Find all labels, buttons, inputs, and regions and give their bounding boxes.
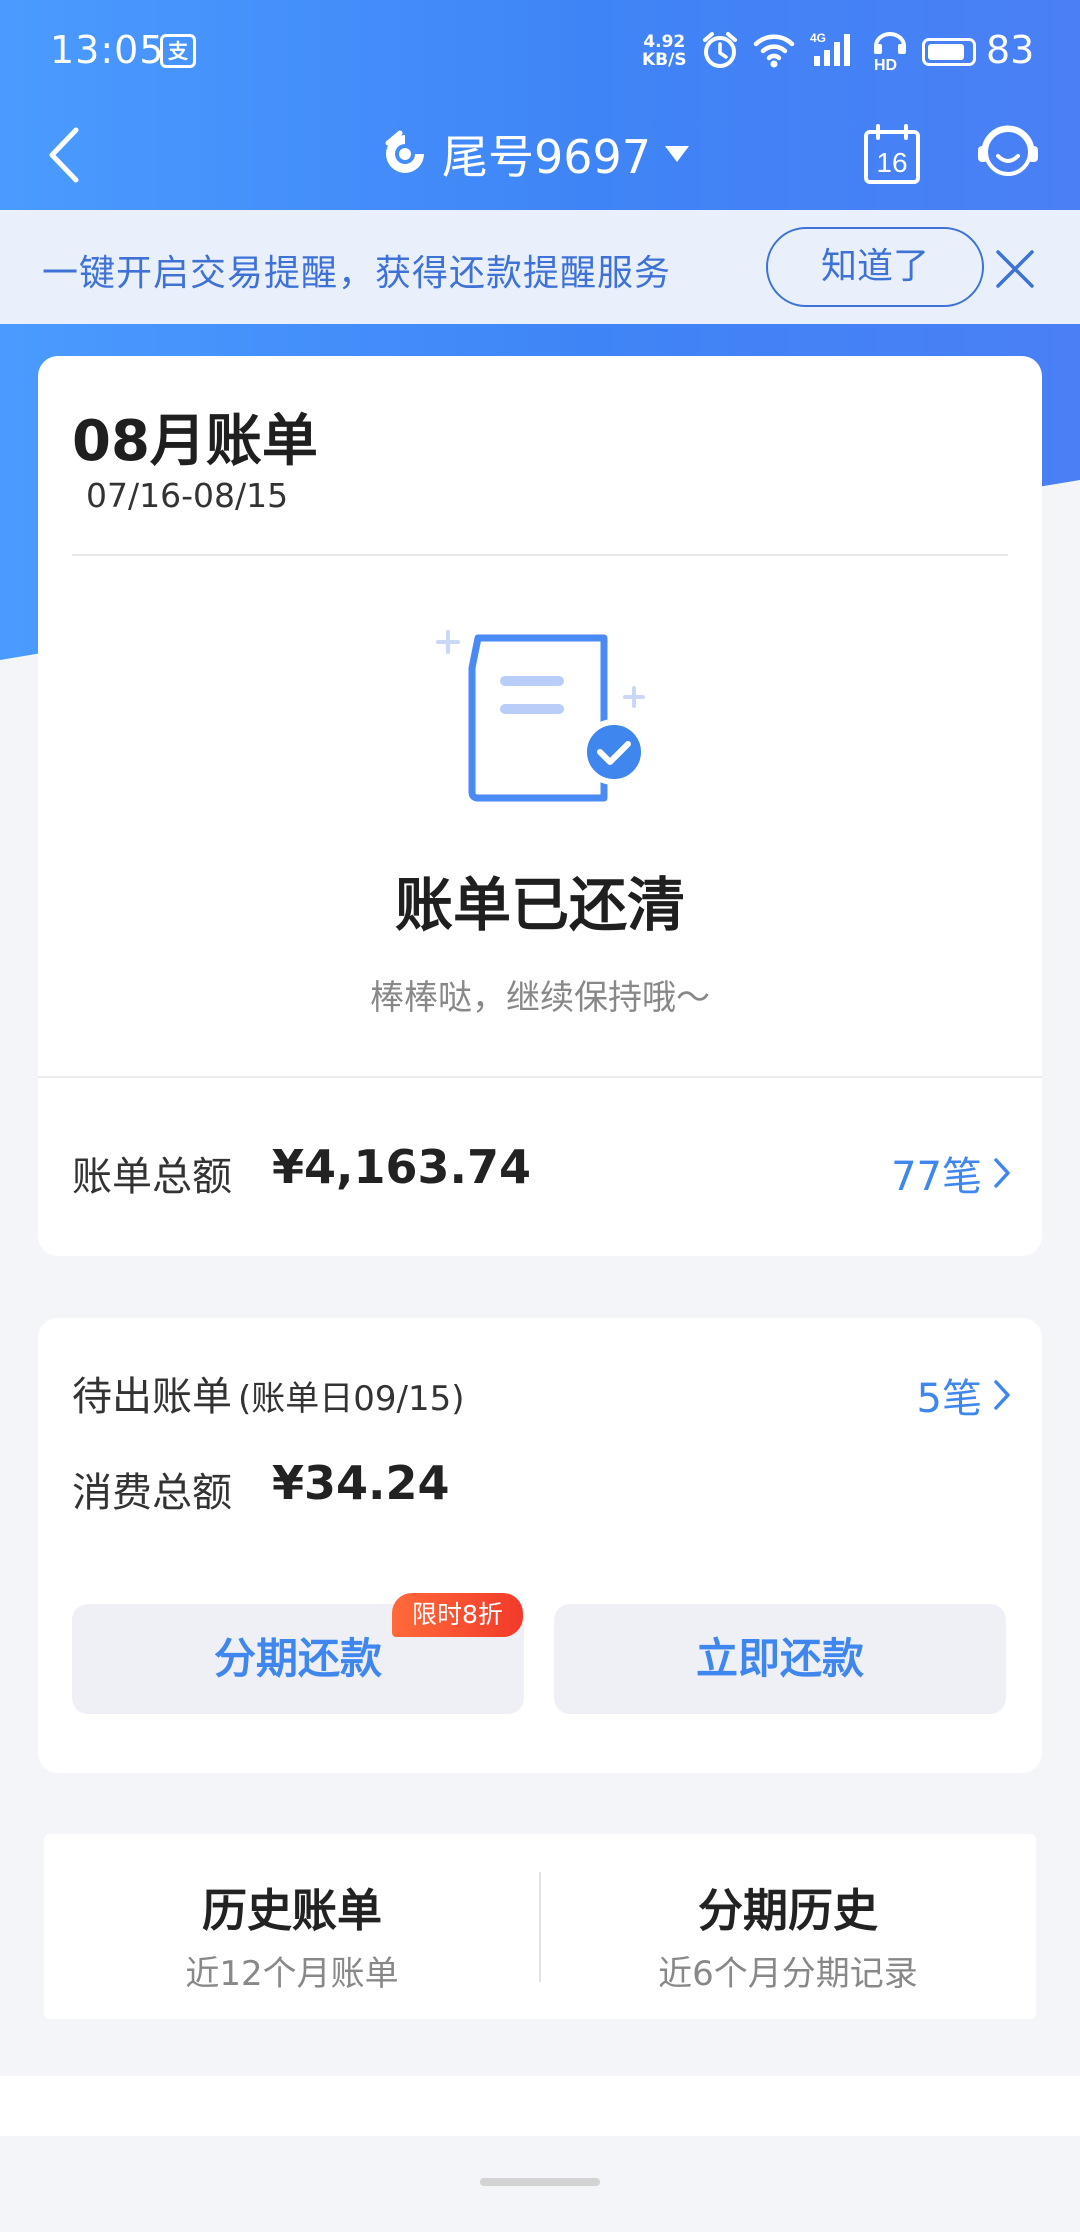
- acknowledge-button[interactable]: 知道了: [766, 227, 984, 307]
- wifi-icon: [753, 34, 795, 68]
- installment-history-entry[interactable]: 分期历史 近6个月分期记录: [540, 1834, 1036, 2019]
- pending-bill-label: 待出账单: [72, 1374, 232, 1420]
- bill-date: (账单日09/15): [238, 1379, 465, 1419]
- close-icon[interactable]: [992, 246, 1038, 292]
- history-shortcuts: 历史账单 近12个月账单 分期历史 近6个月分期记录: [44, 1834, 1036, 2019]
- spend-total-value: ¥34.24: [272, 1456, 450, 1510]
- nav-bar: 尾号9697 16: [0, 110, 1080, 210]
- notification-text: 一键开启交易提醒，获得还款提醒服务: [42, 253, 672, 294]
- promo-badge: 限时8折: [392, 1593, 523, 1637]
- divider: [38, 1076, 1042, 1078]
- network-speed: 4.92 KB/S: [642, 33, 687, 69]
- pending-bill-card: 待出账单 (账单日09/15) 5笔 消费总额 ¥34.24 分期还款 限时8折…: [38, 1318, 1042, 1773]
- pending-count: 5笔: [916, 1376, 982, 1422]
- transaction-count: 77笔: [891, 1154, 982, 1200]
- battery-icon: [922, 38, 976, 66]
- card-selector[interactable]: 尾号9697: [380, 114, 691, 194]
- bill-cleared-illustration: [436, 630, 647, 802]
- installment-history-title: 分期历史: [697, 1884, 878, 1937]
- spend-total-label: 消费总额: [72, 1470, 232, 1516]
- signal-4g-icon: 4G: [810, 31, 850, 66]
- calendar-day: 16: [876, 147, 907, 178]
- repay-now-button[interactable]: 立即还款: [554, 1604, 1006, 1714]
- alarm-icon: [703, 32, 737, 68]
- statement-card: 08月账单 07/16-08/15 账单已还清 棒棒哒，继续保持哦～ 账单总额 …: [38, 356, 1042, 1256]
- chevron-right-icon: [994, 1158, 1010, 1188]
- total-amount-value: ¥4,163.74: [272, 1140, 531, 1194]
- network-speed-unit: KB/S: [642, 50, 687, 70]
- svg-text:4G: 4G: [810, 31, 826, 45]
- history-bills-subtitle: 近12个月账单: [185, 1954, 399, 1994]
- alipay-notification-icon: 支: [160, 34, 196, 68]
- notification-banner: 一键开启交易提醒，获得还款提醒服务 知道了: [0, 210, 1080, 324]
- pending-transactions-link[interactable]: 5笔: [917, 1366, 1012, 1424]
- calendar-icon[interactable]: 16: [862, 122, 922, 186]
- battery-level: 83: [986, 28, 1035, 72]
- status-time: 13:05: [50, 28, 165, 72]
- statement-transactions-link[interactable]: 77笔: [891, 1144, 1012, 1202]
- dropdown-icon: [665, 146, 690, 162]
- home-indicator[interactable]: [480, 2178, 600, 2186]
- chevron-right-icon: [994, 1380, 1010, 1410]
- statement-period: 07/16-08/15: [86, 476, 289, 515]
- hd-call-icon: HD: [874, 32, 906, 72]
- statement-month-title: 08月账单: [72, 409, 318, 474]
- back-icon[interactable]: [40, 120, 90, 190]
- bank-logo-icon: [385, 130, 424, 173]
- customer-service-icon[interactable]: [976, 118, 1040, 184]
- total-amount-label: 账单总额: [72, 1154, 232, 1200]
- history-bills-title: 历史账单: [201, 1884, 382, 1937]
- installment-history-subtitle: 近6个月分期记录: [658, 1954, 918, 1994]
- bill-status-title: 账单已还清: [394, 871, 685, 939]
- network-speed-value: 4.92: [643, 32, 686, 52]
- bill-status-subtitle: 棒棒哒，继续保持哦～: [370, 978, 710, 1018]
- svg-text:HD: HD: [874, 57, 897, 72]
- status-bar: 13:05 支 4.92 KB/S 4G HD 83: [0, 0, 1080, 110]
- card-tail-number: 尾号9697: [442, 130, 652, 184]
- history-bills-entry[interactable]: 历史账单 近12个月账单: [44, 1834, 540, 2019]
- pending-bill-header: 待出账单 (账单日09/15): [72, 1364, 465, 1422]
- footer-strip: [0, 2076, 1080, 2136]
- divider: [72, 554, 1008, 556]
